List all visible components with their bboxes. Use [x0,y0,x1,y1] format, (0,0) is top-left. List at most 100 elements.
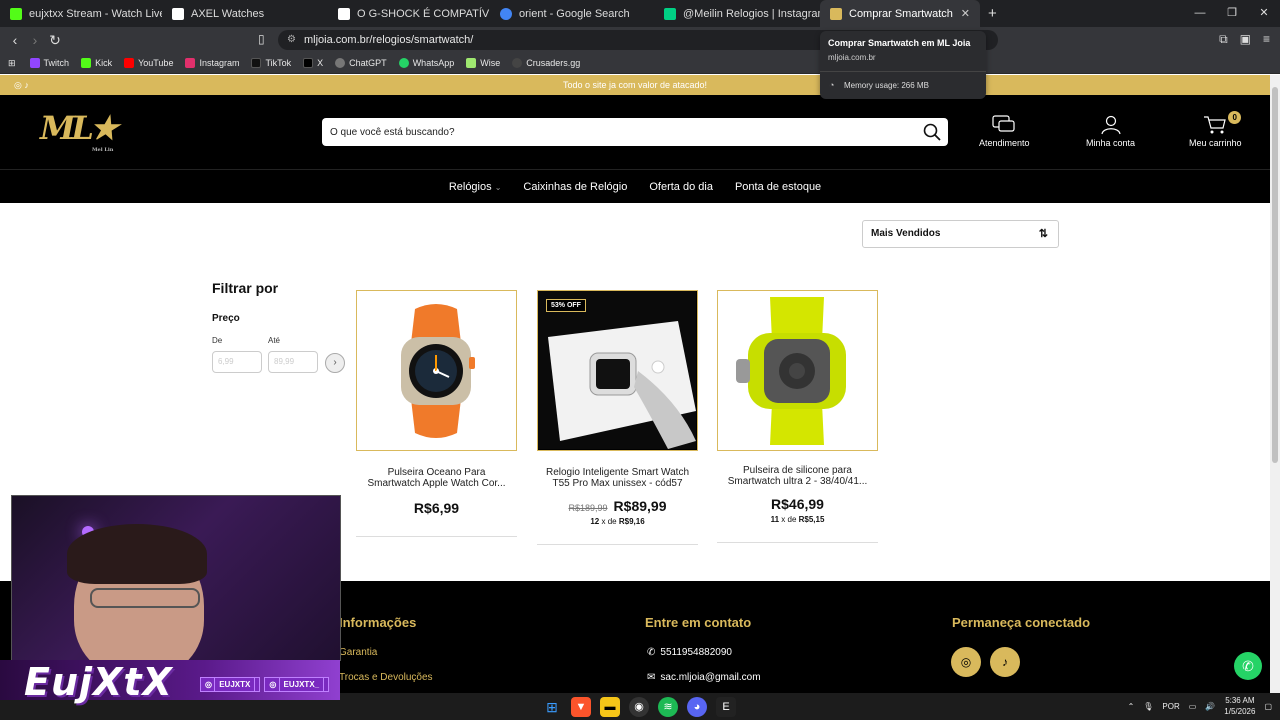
apply-filter-button[interactable]: › [325,353,345,373]
bookmark-whatsapp[interactable]: WhatsApp [398,58,454,68]
stream-name: EujXtX [24,660,173,704]
instagram-icon [185,58,196,68]
site-logo[interactable]: ML★ Mel Lin [40,109,126,153]
obs-icon[interactable]: ◉ [629,697,649,717]
tab-axel[interactable]: AXEL Watches [162,0,328,27]
chatgpt-icon [335,58,346,68]
site-info-icon[interactable]: ⚙ [287,30,296,50]
chat-icon [992,115,1015,132]
spotify-icon[interactable]: ≋ [658,697,678,717]
axel-icon [172,7,184,20]
bookmarks-bar: ⊞ Twitch Kick YouTube Instagram TikTok X… [0,53,1280,74]
twitch-icon [29,58,40,68]
menu-icon[interactable]: ≡ [1263,32,1270,47]
tab-hover-card: Comprar Smartwatch em ML Joia mljoia.com… [820,31,986,99]
product-name[interactable]: Pulseira Oceano Para Smartwatch Apple Wa… [356,467,517,489]
stream-tags: ◎ EUJXTX ◎ EUJXTX_ [200,677,330,692]
nav-caixinhas[interactable]: Caixinhas de Relógio [523,181,627,193]
system-tray: ⌃ 🎙 POR ▭ 🔊 5:36 AM 1/5/2026 ▢ [1128,695,1272,717]
nav-ponta[interactable]: Ponta de estoque [735,181,821,193]
product-image[interactable] [717,290,878,451]
promo-social-icons: ◎ ♪ [14,80,29,90]
instagram-icon[interactable]: ◎ [951,647,981,677]
product-image[interactable] [356,290,517,451]
address-toolbar: ‹ › ↻ ▯ ⚙ mljoia.com.br/relogios/smartwa… [0,27,1280,53]
volume-icon[interactable]: 🔊 [1205,702,1215,711]
footer-link-garantia[interactable]: Garantia [339,647,377,658]
notifications-icon[interactable]: ▢ [1264,702,1272,711]
price-to-input[interactable]: 89,99 [268,351,318,373]
clock[interactable]: 5:36 AM 1/5/2026 [1224,695,1255,717]
bookmark-icon[interactable]: ▯ [258,32,265,46]
streamer-hair [67,524,207,584]
scrollbar-thumb[interactable] [1272,87,1278,463]
extensions-icon[interactable]: ⧉ [1219,32,1228,47]
network-icon[interactable]: ▭ [1189,702,1197,711]
category-nav: Relógios ⌄ Caixinhas de Relógio Oferta d… [0,169,1270,203]
promo-bar: ◎ ♪ Todo o site ja com valor de atacado! [0,75,1270,95]
new-tab-button[interactable]: + [988,5,997,22]
nav-relogios[interactable]: Relógios ⌄ [449,181,502,193]
product-name[interactable]: Relogio Inteligente Smart Watch T55 Pro … [537,467,698,489]
forward-icon[interactable]: › [25,32,45,48]
sidebar-icon[interactable]: ▣ [1240,32,1251,47]
close-tab-icon[interactable]: ✕ [955,7,970,20]
product-card[interactable]: Pulseira de silicone para Smartwatch ult… [717,290,878,543]
tab-instagram[interactable]: @Meilin Relogios | Instagram, TikTok [654,0,820,27]
whatsapp-icon [398,58,409,68]
file-explorer-icon[interactable]: ▬ [600,697,620,717]
windows-start-icon[interactable]: ⊞ [542,697,562,717]
nav-oferta[interactable]: Oferta do dia [649,181,713,193]
bookmark-wise[interactable]: Wise [466,58,500,68]
site-header: ML★Mel Lin Atendimento Minha conta 0 Meu… [0,95,1270,169]
bookmark-instagram[interactable]: Instagram [185,58,239,68]
installments: 12 x de R$9,16 [590,517,645,526]
bookmark-kick[interactable]: Kick [81,58,112,68]
cart-link[interactable]: 0 Meu carrinho [1189,111,1242,148]
reload-icon[interactable]: ↻ [45,32,65,49]
hover-card-domain: mljoia.com.br [828,53,876,62]
tray-chevron-icon[interactable]: ⌃ [1128,702,1135,711]
footer-link-trocas[interactable]: Trocas e Devoluções [339,672,433,683]
back-icon[interactable]: ‹ [5,32,25,48]
apps-icon[interactable]: ⊞ [8,58,16,69]
whatsapp-float-button[interactable]: ✆ [1234,652,1262,680]
bookmark-crusaders[interactable]: Crusaders.gg [512,58,580,68]
epic-games-icon[interactable]: E [716,697,736,717]
product-card[interactable]: Pulseira Oceano Para Smartwatch Apple Wa… [356,290,517,537]
account-link[interactable]: Minha conta [1086,115,1135,148]
tab-kick[interactable]: eujxtxx Stream - Watch Live on Kick [0,0,162,27]
minimize-icon[interactable]: — [1184,0,1216,27]
product-name[interactable]: Pulseira de silicone para Smartwatch ult… [717,465,878,487]
product-price: R$46,99 [771,496,824,512]
footer-email[interactable]: ✉ sac.mljoia@gmail.com [647,672,761,683]
search-input[interactable] [322,118,882,146]
brave-icon[interactable]: ▼ [571,697,591,717]
language-indicator[interactable]: POR [1162,702,1179,711]
support-link[interactable]: Atendimento [979,115,1030,148]
tab-google[interactable]: orient - Google Search [490,0,654,27]
bookmark-chatgpt[interactable]: ChatGPT [335,58,387,68]
google-icon [500,7,512,20]
close-window-icon[interactable]: ✕ [1248,0,1280,27]
bookmark-tiktok[interactable]: TikTok [251,58,291,68]
sort-select[interactable]: Mais Vendidos ⇅ [862,220,1059,248]
product-image[interactable]: 53% OFF [537,290,698,451]
search-icon[interactable] [923,123,941,146]
bookmark-x[interactable]: X [303,58,323,68]
stream-tag: ◎ EUJXTX [200,677,261,692]
footer-phone[interactable]: ✆ 5511954882090 [647,647,732,658]
product-card[interactable]: 53% OFF Relogio Inteligente Smart Watch … [537,290,698,545]
discord-icon[interactable]: ◕ [687,697,707,717]
crusaders-icon [512,58,523,68]
restore-icon[interactable]: ❐ [1216,0,1248,27]
page-scrollbar[interactable] [1270,75,1280,693]
tab-gshock[interactable]: O G-SHOCK É COMPATÍVEL COM O S [328,0,490,27]
tiktok-icon [251,58,262,68]
tiktok-icon[interactable]: ♪ [990,647,1020,677]
bookmark-youtube[interactable]: YouTube [124,58,173,68]
microphone-icon[interactable]: 🎙 [1143,702,1153,711]
bookmark-twitch[interactable]: Twitch [29,58,69,68]
price-from-input[interactable]: 6,99 [212,351,262,373]
tab-mljoia[interactable]: Comprar Smartwatch em ML Joia ✕ [820,0,980,27]
